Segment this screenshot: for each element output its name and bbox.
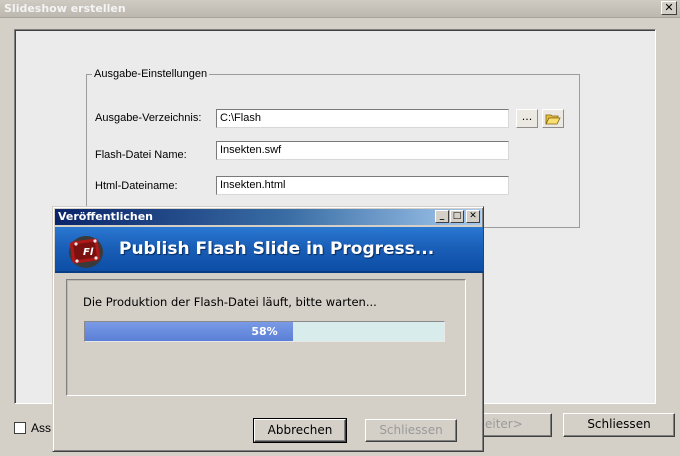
svg-text:Fl: Fl xyxy=(83,247,94,258)
close-icon[interactable]: ✕ xyxy=(466,210,480,223)
html-name-label: Html-Dateiname: xyxy=(95,180,178,192)
main-titlebar: Slideshow erstellen ✕ xyxy=(0,0,680,18)
banner-heading: Publish Flash Slide in Progress... xyxy=(119,239,435,259)
progress-percent-label: 58% xyxy=(251,325,278,338)
cancel-button[interactable]: Abbrechen xyxy=(253,418,347,443)
progress-dialog: Veröffentlichen _ □ ✕ Fl Publish Flash S… xyxy=(52,206,484,452)
html-name-input[interactable]: Insekten.html xyxy=(216,176,509,195)
dialog-titlebar: Veröffentlichen _ □ ✕ xyxy=(55,209,481,225)
flash-film-icon: Fl xyxy=(69,236,103,268)
group-label: Ausgabe-Einstellungen xyxy=(92,68,210,80)
flash-name-label: Flash-Datei Name: xyxy=(95,149,187,161)
progress-message: Die Produktion der Flash-Datei läuft, bi… xyxy=(83,295,377,309)
progress-bar: 58% xyxy=(84,321,445,342)
dialog-close-button[interactable]: Schliessen xyxy=(365,419,457,442)
maximize-icon[interactable]: □ xyxy=(450,210,464,223)
dialog-title: Veröffentlichen xyxy=(58,210,153,223)
main-close-button[interactable]: Schliessen xyxy=(563,413,675,437)
progress-banner: Fl Publish Flash Slide in Progress... xyxy=(55,227,483,273)
output-dir-input[interactable]: C:\Flash xyxy=(216,109,509,128)
close-icon[interactable]: ✕ xyxy=(661,1,677,15)
checkbox[interactable] xyxy=(14,422,26,434)
minimize-icon[interactable]: _ xyxy=(435,210,449,223)
checkbox-label: Ass xyxy=(31,421,52,435)
browse-button[interactable]: ... xyxy=(516,109,538,128)
folder-open-icon[interactable] xyxy=(542,109,564,128)
window-title: Slideshow erstellen xyxy=(4,2,126,15)
output-dir-label: Ausgabe-Verzeichnis: xyxy=(95,112,202,124)
flash-name-input[interactable]: Insekten.swf xyxy=(216,141,509,160)
